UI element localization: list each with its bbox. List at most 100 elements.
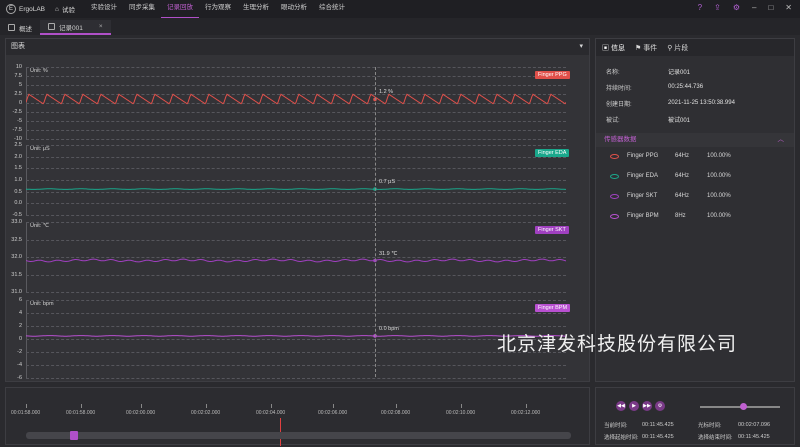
forward-icon[interactable]: ▶▶ [642, 401, 652, 411]
menu-item[interactable]: 眼动分析 [275, 0, 313, 19]
home-button[interactable]: ⌂ 试验 [55, 4, 85, 15]
y-tick-label: 2 [18, 323, 22, 329]
tab-info[interactable]: ▣ 信息 [602, 43, 625, 53]
y-tick-label: -4 [17, 362, 22, 368]
overview-icon [8, 24, 15, 31]
sensor-rate: 64Hz [675, 173, 690, 179]
signal-trace [26, 187, 566, 191]
y-tick-label: 0 [18, 100, 22, 106]
timeline-tick-label: 00:02:06.000 [318, 410, 348, 416]
eye-icon[interactable] [610, 193, 619, 199]
sensor-percent: 100.00% [707, 173, 731, 179]
close-tab-icon[interactable]: × [99, 23, 103, 30]
info-row: 名称: 记录001 [606, 63, 791, 79]
sel-start-value: 00:11:45.425 [642, 434, 674, 440]
menu-item[interactable]: 行为观察 [199, 0, 237, 19]
tab-events[interactable]: ⚑ 事件 [635, 43, 657, 53]
trace-line [26, 335, 566, 337]
info-row: 创建日期: 2021-11-25 13:50:38.994 [606, 95, 791, 111]
y-tick-label: 31.0 [11, 289, 22, 295]
info-row: 持续时间: 00:25:44.736 [606, 79, 791, 95]
help-icon[interactable]: ? [698, 3, 702, 12]
slider-knob[interactable] [740, 403, 747, 410]
sensor-row[interactable]: Finger PPG 64Hz 100.00% [610, 153, 790, 159]
close-icon[interactable]: ✕ [785, 3, 792, 12]
info-value: 00:25:44.736 [668, 84, 704, 90]
info-key: 创建日期: [606, 101, 632, 108]
time-cursor[interactable] [375, 67, 376, 377]
time-row: 选择起始时间: 00:11:45.425 选择结束时间: 00:11:45.42… [604, 431, 770, 443]
top-menu-bar: E ErgoLAB ⌂ 试验 实验设计 同步采集 记录回放 行为观察 生理分析 … [0, 0, 800, 19]
sel-start-label: 选择起始时间: [604, 435, 639, 441]
tab-segments[interactable]: ⚲ 片段 [667, 43, 688, 53]
menu-item[interactable]: 实验设计 [85, 0, 123, 19]
signal-trace [26, 93, 566, 105]
right-tabs: ▣ 信息 ⚑ 事件 ⚲ 片段 [596, 39, 794, 56]
timeline-tick-mark [81, 404, 82, 408]
window-controls: ? ⇪ ⚙ – □ ✕ [698, 3, 792, 12]
y-tick-label: 32.5 [11, 236, 22, 243]
sensor-rate: 8Hz [675, 213, 686, 219]
settings-icon[interactable]: ⚙ [655, 401, 665, 411]
eye-icon[interactable] [610, 213, 619, 219]
trace-line [26, 93, 566, 105]
y-tick-label: 1.5 [14, 165, 22, 172]
sensor-percent: 100.00% [707, 213, 731, 219]
document-tabs: 概述 记录001 × [0, 18, 800, 35]
chevron-down-icon[interactable]: ▾ [579, 39, 583, 55]
y-tick-label: 2.0 [14, 153, 22, 160]
y-tick-label: 33.0 [11, 219, 22, 225]
sel-end-value: 00:11:45.425 [738, 434, 770, 440]
menu-item-active[interactable]: 记录回放 [161, 0, 199, 19]
cursor-value-label: 0.0 bpm [379, 325, 399, 332]
scroll-thumb[interactable] [70, 431, 78, 440]
eye-icon[interactable] [610, 173, 619, 179]
chevron-up-icon[interactable]: ︿ [778, 133, 785, 147]
upload-icon[interactable]: ⇪ [714, 3, 721, 12]
tab-record[interactable]: 记录001 × [40, 20, 111, 35]
menu-item[interactable]: 综合统计 [313, 0, 351, 19]
home-label: 试验 [61, 7, 75, 14]
timeline-tick-label: 00:02:08.000 [381, 410, 411, 416]
cursor-time-label: 光标时间: [698, 423, 722, 429]
current-time-value: 00:11:45.425 [642, 422, 674, 428]
speed-slider[interactable] [700, 403, 780, 410]
y-tick-label: -5 [17, 118, 22, 124]
timeline-tick-mark [206, 404, 207, 408]
sensor-row[interactable]: Finger SKT 64Hz 100.00% [610, 193, 790, 199]
home-icon: ⌂ [55, 5, 59, 13]
app-name: ErgoLAB [19, 5, 46, 13]
y-tick-label: -2.5 [12, 109, 22, 115]
play-icon[interactable]: ▶ [629, 401, 639, 411]
sensor-header[interactable]: 传感器数据 ︿ [596, 133, 794, 147]
maximize-icon[interactable]: □ [768, 3, 773, 12]
timeline-scrollbar[interactable] [26, 431, 571, 440]
trace-line [26, 188, 566, 190]
tab-info-label: 信息 [610, 44, 625, 52]
minimize-icon[interactable]: – [752, 3, 756, 12]
sensor-name: Finger SKT [627, 193, 658, 199]
menu-item[interactable]: 同步采集 [123, 0, 161, 19]
sensor-row[interactable]: Finger BPM 8Hz 100.00% [610, 213, 790, 219]
y-tick-label: 10 [15, 64, 22, 70]
y-tick-label: 4 [18, 310, 22, 316]
sensor-name: Finger BPM [627, 213, 659, 219]
tab-segments-label: 片段 [674, 44, 689, 52]
rewind-icon[interactable]: ◀◀ [616, 401, 626, 411]
main-menu: 实验设计 同步采集 记录回放 行为观察 生理分析 眼动分析 综合统计 [85, 0, 351, 19]
y-tick-label: -6 [17, 375, 22, 381]
sensor-rate: 64Hz [675, 153, 690, 159]
sensor-row[interactable]: Finger EDA 64Hz 100.00% [610, 173, 790, 179]
timeline-panel: 00:01:58.000 00:01:58.000 00:02:00.000 00:0… [5, 387, 590, 446]
tab-overview[interactable]: 概述 [0, 20, 40, 35]
info-value: 2021-11-25 13:50:38.994 [668, 100, 735, 106]
time-readouts: 当前时间: 00:11:45.425 光标时间: 00:02:07.096 选择… [604, 419, 770, 443]
info-key: 名称: [606, 69, 620, 76]
menu-item[interactable]: 生理分析 [237, 0, 275, 19]
y-tick-label: 1.0 [14, 177, 22, 183]
playback-panel: ◀◀ ▶ ▶▶ ⚙ 当前时间: 00:11:45.425 光标时间: 00:02… [595, 387, 795, 445]
eye-icon[interactable] [610, 153, 619, 159]
settings-icon[interactable]: ⚙ [733, 3, 740, 12]
timeline-tick-label: 00:01:58.000 [11, 410, 41, 416]
app-logo: E ErgoLAB [0, 4, 55, 14]
